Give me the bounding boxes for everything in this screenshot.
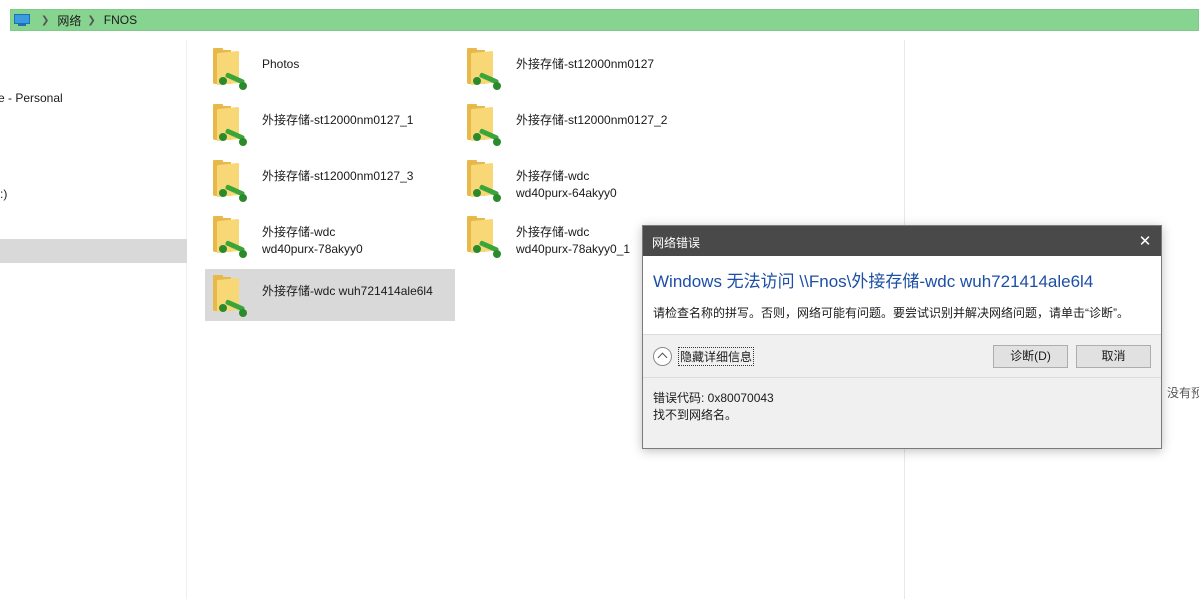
chevron-right-icon[interactable]: ❯ [41,15,49,26]
file-item[interactable]: 外接存储-st12000nm0127_1 [205,98,455,150]
network-folder-icon [211,160,247,202]
file-item[interactable]: 外接存储-wdc wd40purx-64akyy0 [459,154,709,206]
hide-details-toggle[interactable]: 隐藏详细信息 [653,346,755,366]
network-error-dialog: 网络错误 ✕ Windows 无法访问 \\Fnos\外接存储-wdc wuh7… [642,225,1162,449]
network-folder-icon [211,275,247,317]
breadcrumb-fnos[interactable]: FNOS [104,13,137,27]
file-item[interactable]: 外接存储-wdc wd40purx-78akyy0 [205,210,455,262]
network-folder-icon [211,48,247,90]
preview-placeholder-text: 没有预 [1167,386,1199,400]
error-description: 找不到网络名。 [653,408,738,422]
dialog-footer: 隐藏详细信息 诊断(D) 取消 错误代码: 0x80070043 找不到网络名。 [643,334,1161,448]
network-folder-icon [465,104,501,146]
file-name: 外接存储-st12000nm0127_2 [516,113,668,127]
file-item-selected[interactable]: 外接存储-wdc wuh721414ale6l4 [205,269,455,321]
breadcrumb-network[interactable]: 网络 [57,12,81,29]
file-name: Photos [262,57,300,71]
computer-icon[interactable] [13,13,31,27]
file-item[interactable]: 外接存储-st12000nm0127_2 [459,98,709,150]
file-name: 外接存储-st12000nm0127 [516,57,655,71]
cancel-button[interactable]: 取消 [1076,345,1151,368]
file-name: 外接存储-st12000nm0127_3 [262,169,414,183]
file-name: 外接存储-wdc wd40purx-78akyy0 [262,225,363,256]
chevron-up-icon[interactable] [653,346,672,366]
nav-item-onedrive-personal[interactable]: e - Personal [0,91,63,105]
nav-item-selected[interactable] [0,239,187,263]
network-folder-icon [465,48,501,90]
dialog-message: 请检查名称的拼写。否则，网络可能有问题。要尝试识别并解决网络问题，请单击“诊断”… [653,306,1129,320]
file-name: 外接存储-st12000nm0127_1 [262,113,414,127]
network-folder-icon [211,104,247,146]
address-bar: ❯ 网络 ❯ FNOS [0,0,1199,40]
file-item[interactable]: Photos [205,42,455,94]
divider [643,377,1161,378]
file-name: 外接存储-wdc wuh721414ale6l4 [262,284,433,298]
dialog-heading: Windows 无法访问 \\Fnos\外接存储-wdc wuh721414al… [653,272,1094,291]
address-breadcrumb[interactable]: ❯ 网络 ❯ FNOS [10,9,1199,31]
network-folder-icon [465,160,501,202]
file-item[interactable]: 外接存储-st12000nm0127_3 [205,154,455,206]
hide-details-label[interactable]: 隐藏详细信息 [678,346,755,366]
error-code: 错误代码: 0x80070043 [653,391,774,405]
chevron-right-icon[interactable]: ❯ [87,15,95,26]
file-name: 外接存储-wdc wd40purx-64akyy0 [516,169,617,200]
dialog-title: 网络错误 [652,236,701,250]
dialog-titlebar[interactable]: 网络错误 ✕ [643,226,1161,256]
navigation-pane: e - Personal :) [0,40,187,599]
nav-item-drive[interactable]: :) [0,187,7,201]
file-item[interactable]: 外接存储-st12000nm0127 [459,42,709,94]
close-icon[interactable]: ✕ [1129,226,1161,256]
network-folder-icon [465,216,501,258]
network-folder-icon [211,216,247,258]
diagnose-button[interactable]: 诊断(D) [993,345,1068,368]
